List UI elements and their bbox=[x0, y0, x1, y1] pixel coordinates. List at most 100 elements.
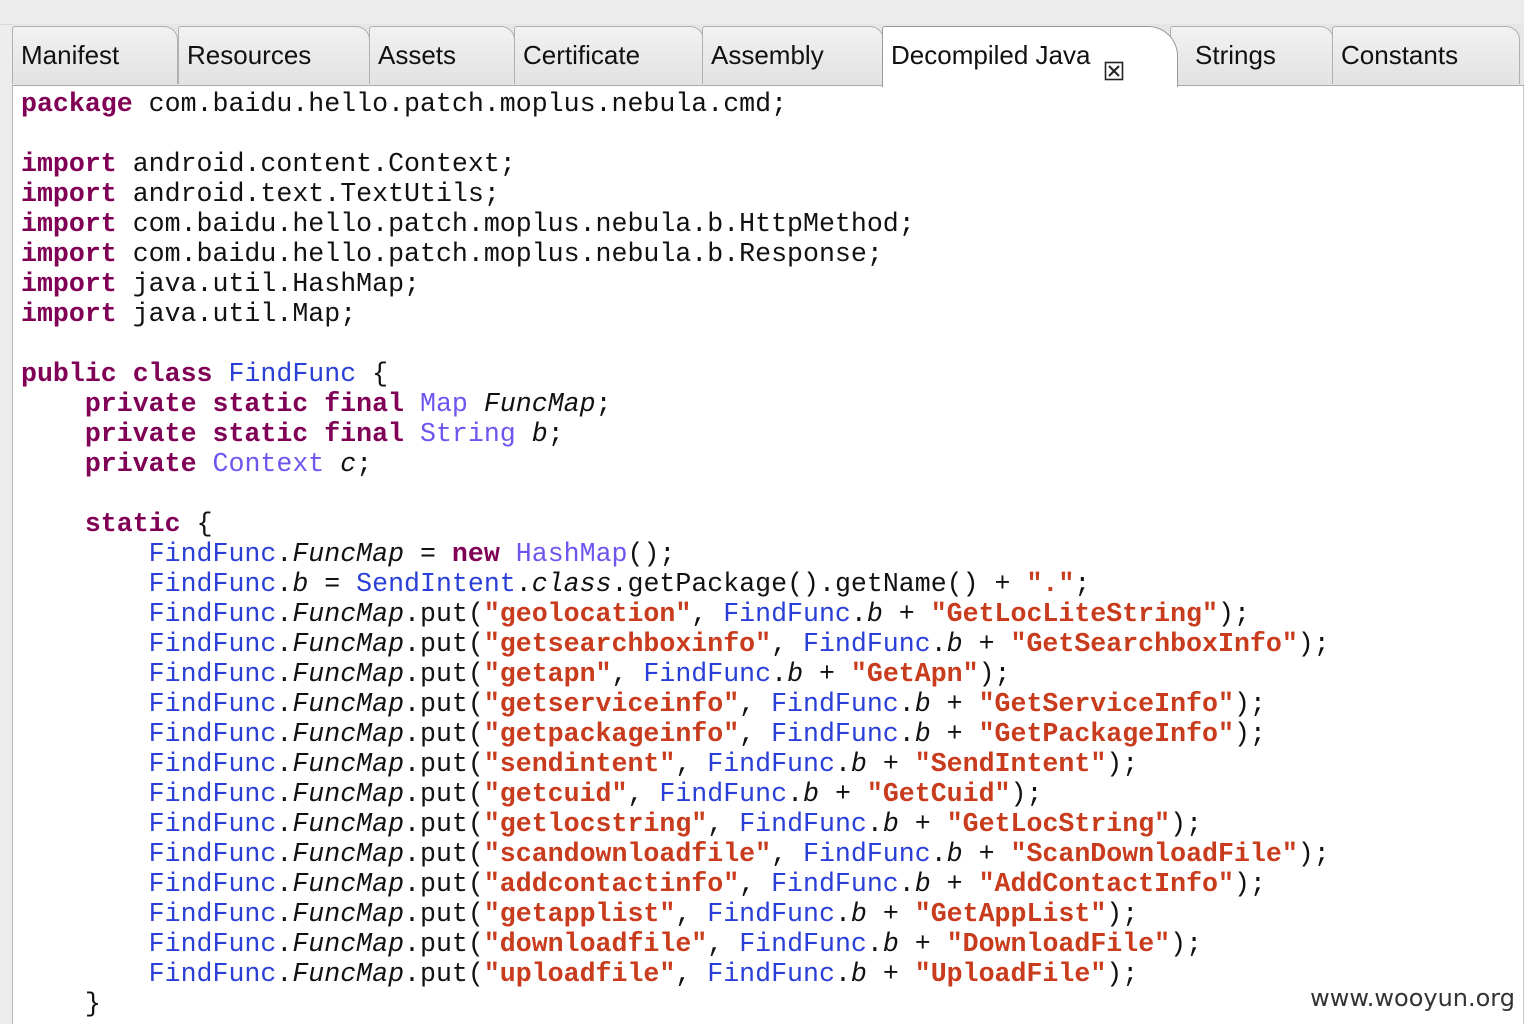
identifier-token: FuncMap bbox=[483, 389, 596, 419]
code-token: . bbox=[276, 779, 293, 809]
identifier-token: FuncMap bbox=[292, 779, 405, 809]
code-token: .put( bbox=[404, 719, 484, 749]
code-token: . bbox=[276, 839, 293, 869]
class-ref-token: FindFunc bbox=[148, 809, 277, 839]
code-token: . bbox=[930, 839, 947, 869]
tab-strings[interactable]: Strings bbox=[1170, 26, 1334, 84]
code-token: . bbox=[276, 659, 293, 689]
code-token: , bbox=[627, 779, 660, 809]
identifier-token: class bbox=[531, 569, 612, 599]
code-token: + bbox=[898, 809, 947, 839]
class-ref-token: FindFunc bbox=[148, 539, 277, 569]
keyword-token: package bbox=[21, 89, 133, 119]
code-token: . bbox=[787, 779, 804, 809]
close-icon[interactable] bbox=[1104, 44, 1124, 81]
tab-constants[interactable]: Constants bbox=[1332, 26, 1520, 84]
code-token: . bbox=[276, 959, 293, 989]
code-line: FindFunc.FuncMap.put("getsearchboxinfo",… bbox=[21, 629, 1330, 659]
class-ref-token: FindFunc bbox=[659, 779, 788, 809]
code-line: import com.baidu.hello.patch.moplus.nebu… bbox=[21, 239, 1330, 269]
identifier-token: FuncMap bbox=[292, 719, 405, 749]
code-token: . bbox=[276, 629, 293, 659]
tab-certificate[interactable]: Certificate bbox=[514, 26, 704, 84]
string-literal-token: "geolocation" bbox=[483, 599, 692, 629]
class-ref-token: FindFunc bbox=[148, 749, 277, 779]
string-literal-token: "getlocstring" bbox=[483, 809, 708, 839]
code-token: , bbox=[771, 629, 804, 659]
code-token: .put( bbox=[404, 839, 484, 869]
code-token: + bbox=[866, 899, 915, 929]
code-line: FindFunc.FuncMap.put("getcuid", FindFunc… bbox=[21, 779, 1330, 809]
code-line: FindFunc.b = SendIntent.class.getPackage… bbox=[21, 569, 1330, 599]
tab-assets[interactable]: Assets bbox=[369, 26, 515, 84]
code-token: + bbox=[898, 929, 947, 959]
identifier-token: FuncMap bbox=[292, 869, 405, 899]
tab-bar: Manifest Resources Assets Certificate As… bbox=[12, 24, 1524, 87]
window-top-strip bbox=[0, 0, 1524, 25]
identifier-token: b bbox=[850, 899, 867, 929]
class-ref-token: FindFunc bbox=[707, 959, 835, 989]
type-token: Context bbox=[212, 449, 325, 479]
string-literal-token: "getpackageinfo" bbox=[483, 719, 740, 749]
code-line: import android.content.Context; bbox=[21, 149, 1330, 179]
keyword-token: import bbox=[21, 209, 117, 239]
type-token: Map bbox=[420, 389, 468, 419]
class-ref-token: FindFunc bbox=[739, 809, 867, 839]
type-token: HashMap bbox=[515, 539, 628, 569]
tab-manifest[interactable]: Manifest bbox=[12, 26, 178, 84]
string-literal-token: "GetSearchboxInfo" bbox=[1010, 629, 1298, 659]
identifier-token: FuncMap bbox=[292, 929, 405, 959]
string-literal-token: "AddContactInfo" bbox=[978, 869, 1234, 899]
class-ref-token: FindFunc bbox=[739, 929, 867, 959]
watermark-text: www.wooyun.org bbox=[1310, 984, 1515, 1012]
class-ref-token: FindFunc bbox=[148, 839, 277, 869]
code-line: FindFunc.FuncMap.put("addcontactinfo", F… bbox=[21, 869, 1330, 899]
code-line: ​ bbox=[21, 479, 1330, 509]
code-token: + bbox=[882, 599, 931, 629]
code-token: com.baidu.hello.patch.moplus.nebula.b.Re… bbox=[116, 239, 883, 269]
keyword-token: new bbox=[451, 539, 500, 569]
tab-assembly[interactable]: Assembly bbox=[702, 26, 884, 84]
code-token: + bbox=[962, 839, 1011, 869]
string-literal-token: "GetAppList" bbox=[914, 899, 1107, 929]
code-token: android.content.Context; bbox=[116, 149, 516, 179]
code-token: .put( bbox=[404, 689, 484, 719]
tab-label: Decompiled Java bbox=[891, 40, 1091, 70]
code-token: . bbox=[898, 719, 915, 749]
string-literal-token: "uploadfile" bbox=[483, 959, 676, 989]
code-line: ​ bbox=[21, 329, 1330, 359]
class-ref-token: FindFunc bbox=[148, 599, 277, 629]
tab-decompiled-java[interactable]: Decompiled Java bbox=[882, 26, 1178, 87]
identifier-token: FuncMap bbox=[292, 809, 405, 839]
identifier-token: FuncMap bbox=[292, 839, 405, 869]
string-literal-token: "ScanDownloadFile" bbox=[1010, 839, 1298, 869]
code-token: = bbox=[308, 569, 357, 599]
tab-label: Strings bbox=[1195, 40, 1276, 70]
tab-resources[interactable]: Resources bbox=[178, 26, 370, 84]
class-ref-token: FindFunc bbox=[771, 719, 899, 749]
string-literal-token: "DownloadFile" bbox=[946, 929, 1171, 959]
tab-label: Constants bbox=[1341, 40, 1459, 70]
code-token: + bbox=[930, 869, 979, 899]
code-line: import android.text.TextUtils; bbox=[21, 179, 1330, 209]
code-editor[interactable]: package com.baidu.hello.patch.moplus.neb… bbox=[12, 86, 1524, 1024]
string-literal-token: "getapn" bbox=[483, 659, 612, 689]
class-ref-token: FindFunc bbox=[148, 779, 277, 809]
class-ref-token: FindFunc bbox=[643, 659, 772, 689]
class-ref-token: FindFunc bbox=[148, 929, 277, 959]
code-token: com.baidu.hello.patch.moplus.nebula.b.Ht… bbox=[116, 209, 915, 239]
identifier-token: FuncMap bbox=[292, 539, 405, 569]
identifier-token: FuncMap bbox=[292, 899, 405, 929]
code-token: ); bbox=[1217, 599, 1250, 629]
string-literal-token: "getcuid" bbox=[483, 779, 628, 809]
identifier-token: FuncMap bbox=[292, 959, 405, 989]
code-line: FindFunc.FuncMap.put("geolocation", Find… bbox=[21, 599, 1330, 629]
